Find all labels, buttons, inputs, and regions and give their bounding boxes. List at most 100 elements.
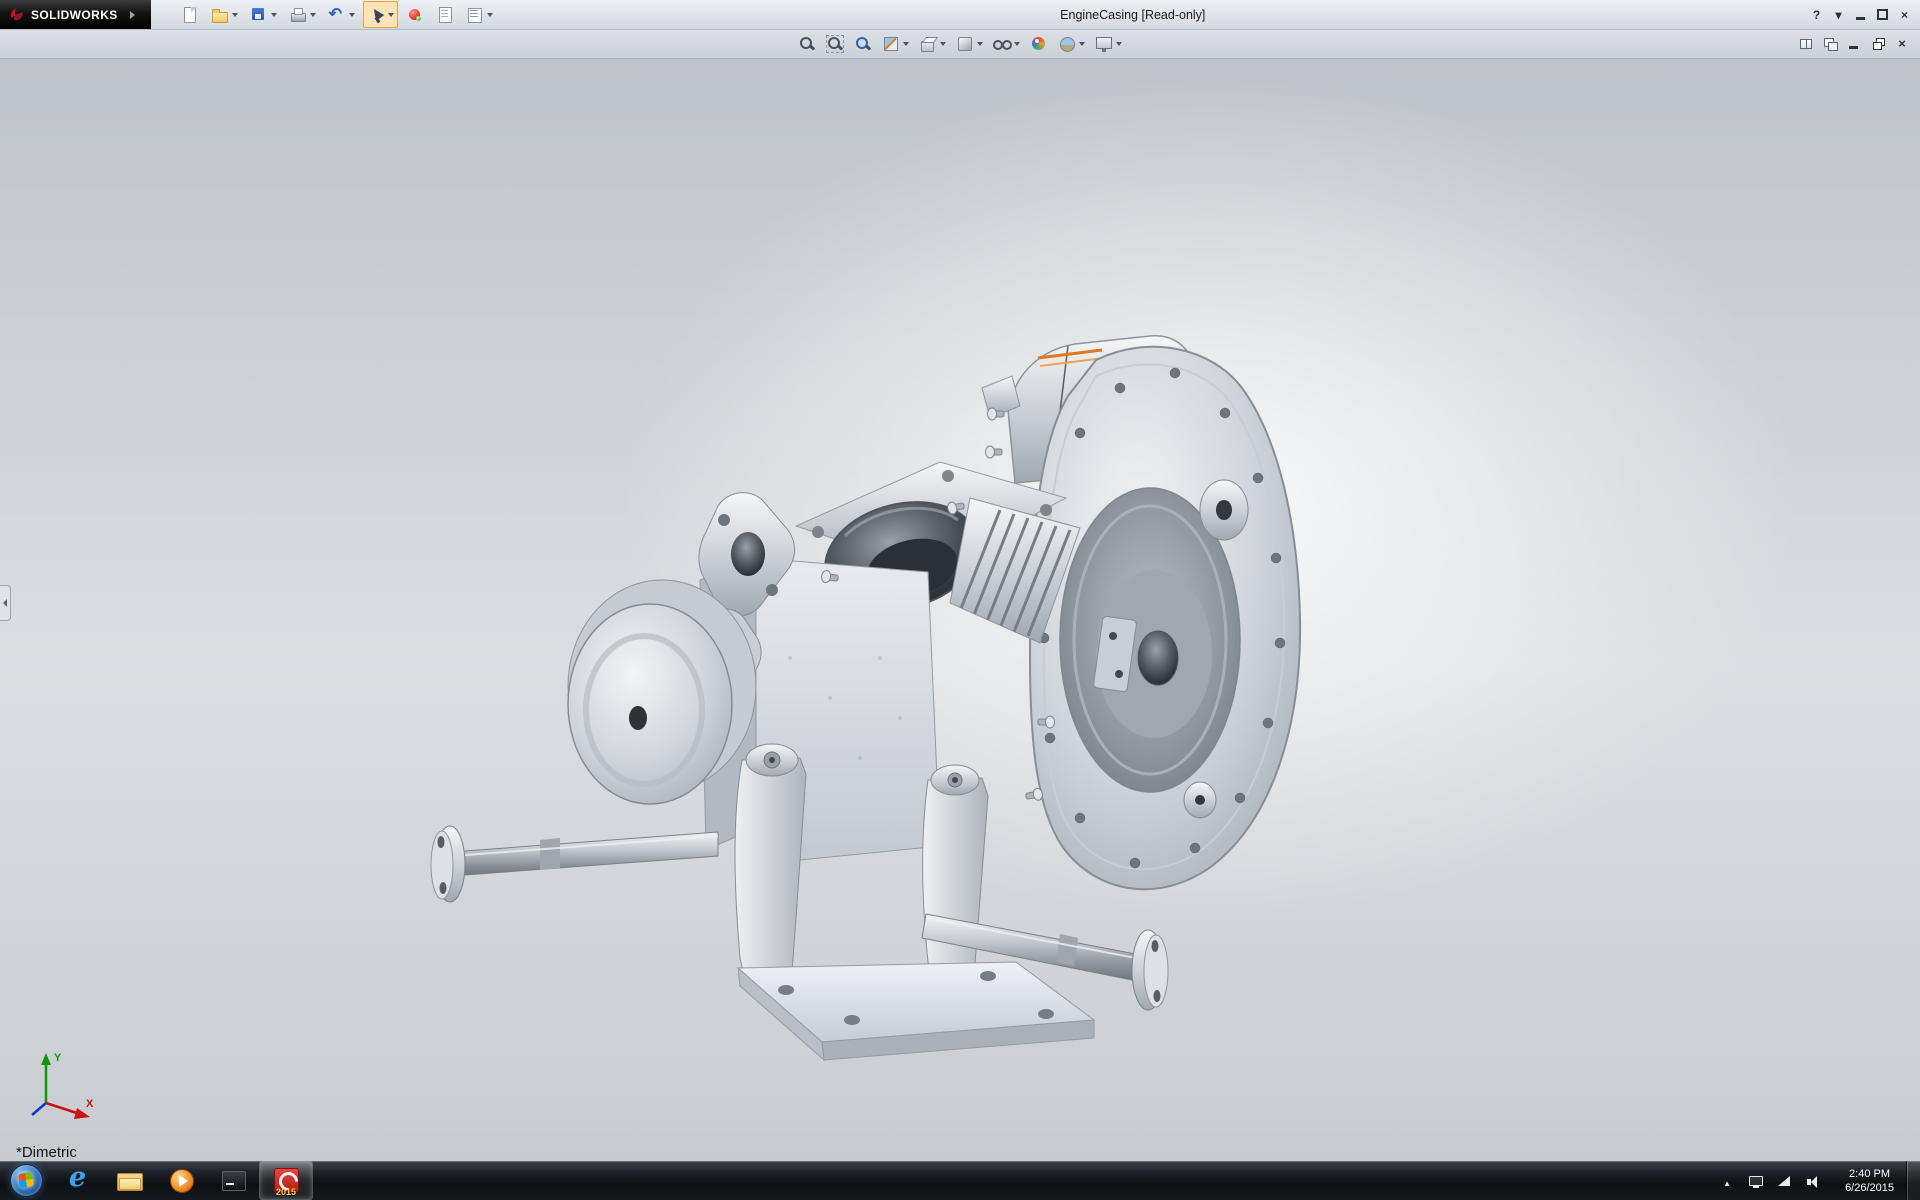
triad-y-label: Y [54, 1052, 62, 1064]
doc-restore-icon [1870, 36, 1886, 52]
new-document-button[interactable] [177, 1, 203, 28]
file-explorer-button[interactable] [104, 1162, 156, 1199]
command-prompt-button[interactable] [208, 1162, 260, 1199]
clock[interactable]: 2:40 PM 6/26/2015 [1833, 1167, 1906, 1195]
menu-expand-icon[interactable] [130, 11, 135, 19]
solidworks-2015-button[interactable]: 2015 [260, 1162, 312, 1199]
show-desktop-button[interactable] [1906, 1161, 1920, 1200]
save-button[interactable] [246, 1, 281, 28]
dropdown-caret-icon[interactable] [388, 13, 394, 17]
save-icon [250, 6, 268, 24]
zoom-to-fit-icon [798, 35, 816, 53]
help-caret-button[interactable]: ▾ [1831, 4, 1846, 25]
doc-minimize-icon [1846, 36, 1862, 52]
tray-icons: ▲ [1708, 1171, 1833, 1191]
show-hidden-icons-icon: ▲ [1719, 1173, 1735, 1189]
start-orb-icon [10, 1164, 43, 1197]
minimize-button[interactable] [1853, 4, 1868, 25]
tray-network-button[interactable] [1776, 1171, 1794, 1191]
doc-minimize-button[interactable] [1846, 33, 1862, 54]
options-button[interactable] [462, 1, 497, 28]
options-icon [466, 6, 484, 24]
dropdown-caret-icon[interactable] [940, 42, 946, 46]
media-player-icon [170, 1169, 194, 1193]
open-folder-icon [211, 6, 229, 24]
zoom-to-fit-button[interactable] [796, 31, 818, 57]
doc-restore-button[interactable] [1870, 33, 1886, 54]
previous-view-button[interactable] [852, 31, 874, 57]
maximize-button[interactable] [1875, 4, 1890, 25]
print-button[interactable] [285, 1, 320, 28]
new-window-button[interactable] [1822, 33, 1838, 54]
solidworks-menu-button[interactable]: SOLIDWORKS [0, 0, 151, 29]
view-settings-button[interactable] [1093, 31, 1124, 57]
file-properties-button[interactable] [432, 1, 458, 28]
internet-explorer-button[interactable] [52, 1162, 104, 1199]
display-style-button[interactable] [954, 31, 985, 57]
tray-volume-button[interactable] [1805, 1171, 1823, 1191]
file-explorer-icon [117, 1170, 143, 1191]
dropdown-caret-icon[interactable] [1116, 42, 1122, 46]
title-bar[interactable]: SOLIDWORKS [0, 0, 1920, 30]
section-view-button[interactable] [880, 31, 911, 57]
select-cursor-icon [367, 6, 385, 24]
system-tray: ▲ 2:40 PM 6/26/2015 [1708, 1161, 1920, 1200]
edit-appearance-button[interactable] [1028, 31, 1050, 57]
file-properties-icon [436, 6, 454, 24]
hide-show-button[interactable] [991, 31, 1022, 57]
view-orientation-button[interactable] [917, 31, 948, 57]
apply-scene-button[interactable] [1056, 31, 1087, 57]
undo-button[interactable] [324, 1, 359, 28]
zoom-to-area-button[interactable] [824, 31, 846, 57]
tray-time: 2:40 PM [1845, 1167, 1894, 1181]
help-button[interactable]: ? [1809, 4, 1824, 25]
tray-date: 6/26/2015 [1845, 1181, 1894, 1195]
dropdown-caret-icon[interactable] [487, 13, 493, 17]
feature-tree-collapse-tab[interactable] [0, 585, 11, 621]
display-style-icon [956, 35, 974, 53]
view-settings-icon [1095, 35, 1113, 53]
desktop: SOLIDWORKS [0, 0, 1920, 1200]
rebuild-button[interactable] [402, 1, 428, 28]
dropdown-caret-icon[interactable] [1079, 42, 1085, 46]
view-orientation-label: *Dimetric [16, 1144, 77, 1161]
show-hidden-icons-button[interactable]: ▲ [1718, 1171, 1736, 1191]
collapse-arrow-icon [3, 599, 7, 607]
section-view-icon [882, 35, 900, 53]
internet-explorer-icon [65, 1168, 91, 1194]
tray-display-button[interactable] [1747, 1171, 1765, 1191]
heads-up-toolbar-row: × [0, 29, 1920, 59]
new-document-icon [181, 6, 199, 24]
dropdown-caret-icon[interactable] [310, 13, 316, 17]
zoom-to-area-icon [826, 35, 844, 53]
media-player-button[interactable] [156, 1162, 208, 1199]
new-window-icon [1822, 36, 1838, 52]
minimize-icon [1853, 7, 1868, 22]
open-folder-button[interactable] [207, 1, 242, 28]
rebuild-icon [406, 6, 424, 24]
select-cursor-button[interactable] [363, 1, 398, 28]
dropdown-caret-icon[interactable] [232, 13, 238, 17]
document-title: EngineCasing [Read-only] [1060, 8, 1205, 22]
dropdown-caret-icon[interactable] [349, 13, 355, 17]
window-controls: ? ▾ × [1809, 0, 1912, 29]
dassault-systemes-logo-icon [8, 6, 25, 23]
print-icon [289, 6, 307, 24]
dropdown-caret-icon[interactable] [977, 42, 983, 46]
close-icon: × [1897, 7, 1912, 22]
taskbar-items: 2015 [0, 1161, 312, 1200]
start-orb-button[interactable] [0, 1162, 52, 1199]
heads-up-view-toolbar [796, 31, 1124, 57]
graphics-area[interactable]: Y X *Dimetric [0, 58, 1920, 1161]
doc-close-icon: × [1894, 36, 1910, 52]
split-window-button[interactable] [1798, 33, 1814, 54]
close-button[interactable]: × [1897, 4, 1912, 25]
dropdown-caret-icon[interactable] [271, 13, 277, 17]
doc-close-button[interactable]: × [1894, 33, 1910, 54]
help-icon: ? [1809, 7, 1824, 22]
taskbar-badge: 2015 [276, 1187, 296, 1197]
dropdown-caret-icon[interactable] [1014, 42, 1020, 46]
dropdown-caret-icon[interactable] [903, 42, 909, 46]
hide-show-icon [993, 35, 1011, 53]
triad-x-label: X [86, 1098, 94, 1110]
